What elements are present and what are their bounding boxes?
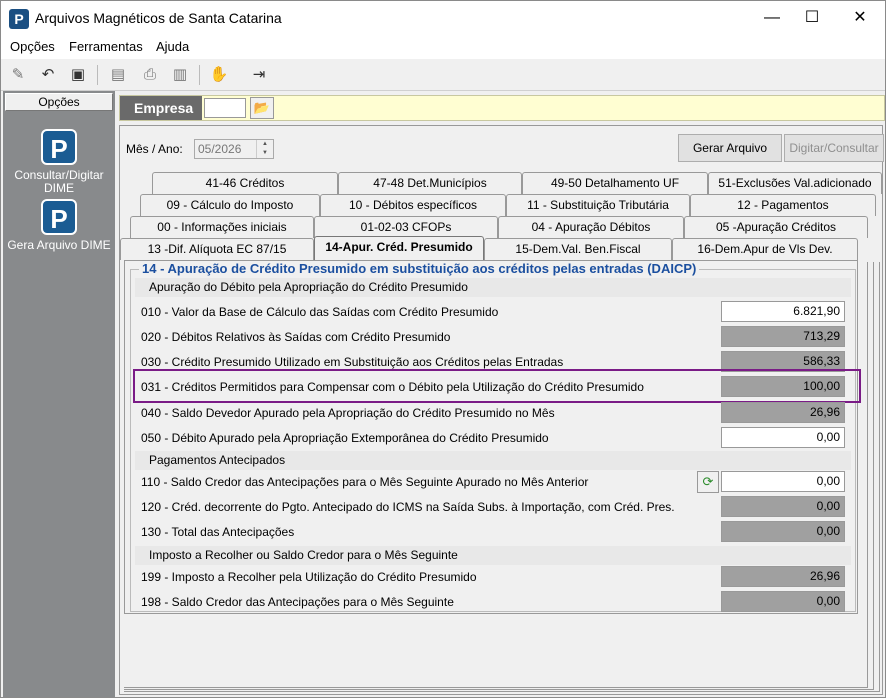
row-label-199: 199 - Imposto a Recolher pela Utilização… xyxy=(141,570,477,584)
field-198: 0,00 xyxy=(721,591,845,612)
tab-panel-14: 14 - Apuração de Crédito Presumido em su… xyxy=(124,260,861,614)
section-header: Pagamentos Antecipados xyxy=(135,451,851,470)
field-130: 0,00 xyxy=(721,521,845,542)
section-header: Imposto a Recolher ou Saldo Credor para … xyxy=(135,546,851,565)
highlight-box xyxy=(133,369,861,403)
sidebar-item-consultar-digitar[interactable]: P Consultar/Digitar DIME xyxy=(3,129,115,195)
row-label-010: 010 - Valor da Base de Cálculo das Saída… xyxy=(141,305,499,319)
recalculate-icon[interactable]: ⟳ xyxy=(697,471,719,493)
tab-11-substituicao-tributaria[interactable]: 11 - Substituição Tributária xyxy=(506,194,690,216)
spin-down-icon[interactable]: ▼ xyxy=(256,149,273,158)
field-020: 713,29 xyxy=(721,326,845,347)
undo-icon[interactable]: ↶ xyxy=(37,64,59,86)
dime-app-icon: P xyxy=(41,199,77,235)
section-header: Apuração do Débito pela Apropriação do C… xyxy=(135,278,851,297)
tab-15-dem-val-ben-fiscal[interactable]: 15-Dem.Val. Ben.Fiscal xyxy=(484,238,672,260)
tab-14-apur-cred-presumido[interactable]: 14-Apur. Créd. Presumido xyxy=(314,236,484,260)
sidebar-item-label: Gera Arquivo DIME xyxy=(7,238,111,252)
exit-door-icon[interactable]: ⇥ xyxy=(248,64,270,86)
digitar-consultar-button[interactable]: Digitar/Consultar xyxy=(784,134,884,162)
group-title: 14 - Apuração de Crédito Presumido em su… xyxy=(139,261,700,276)
handshake-icon[interactable]: ✋ xyxy=(208,64,230,86)
tab-05-apuracao-creditos[interactable]: 05 -Apuração Créditos xyxy=(684,216,868,238)
dime-form: Mês / Ano: 05/2026 ▲ ▼ Gerar Arquivo Dig… xyxy=(119,125,884,695)
row-label-030: 030 - Crédito Presumido Utilizado em Sub… xyxy=(141,355,564,369)
open-folder-icon[interactable]: 📂 xyxy=(250,97,274,119)
tab-47-48-det-municipios[interactable]: 47-48 Det.Municípios xyxy=(338,172,522,194)
tab-51-exclusoes[interactable]: 51-Exclusões Val.adicionado xyxy=(708,172,882,194)
row-label-020: 020 - Débitos Relativos às Saídas com Cr… xyxy=(141,330,451,344)
close-button[interactable]: ✕ xyxy=(837,1,883,35)
field-199: 26,96 xyxy=(721,566,845,587)
toolbar-separator xyxy=(199,65,200,85)
sidebar-item-gera-arquivo[interactable]: P Gera Arquivo DIME xyxy=(3,199,115,252)
field-040: 26,96 xyxy=(721,402,845,423)
row-label-130: 130 - Total das Antecipações xyxy=(141,525,295,539)
dime-app-icon: P xyxy=(41,129,77,165)
menu-opcoes[interactable]: Opções xyxy=(10,39,55,54)
options-sidebar: Opções P Consultar/Digitar DIME P Gera A… xyxy=(3,91,115,697)
gerar-arquivo-button[interactable]: Gerar Arquivo xyxy=(678,134,782,162)
tab-13-dif-aliquota[interactable]: 13 -Dif. Alíquota EC 87/15 xyxy=(120,238,314,260)
main-area: Empresa 📂 Mês / Ano: 05/2026 ▲ ▼ Gerar A… xyxy=(117,91,885,697)
field-120: 0,00 xyxy=(721,496,845,517)
tab-09-calculo-imposto[interactable]: 09 - Cálculo do Imposto xyxy=(140,194,320,216)
tab-12-pagamentos[interactable]: 12 - Pagamentos xyxy=(690,194,876,216)
tab-04-apuracao-debitos[interactable]: 04 - Apuração Débitos xyxy=(498,216,684,238)
menu-bar: Opções Ferramentas Ajuda xyxy=(1,35,885,59)
print-icon[interactable]: ⎙ xyxy=(139,64,161,86)
maximize-button[interactable]: ☐ xyxy=(789,1,835,35)
field-010[interactable]: 6.821,90 xyxy=(721,301,845,322)
title-bar: P Arquivos Magnéticos de Santa Catarina … xyxy=(1,1,885,35)
save-icon[interactable]: ▣ xyxy=(67,64,89,86)
period-value: 05/2026 xyxy=(198,142,242,156)
empresa-input[interactable] xyxy=(204,98,246,118)
toolbar: ✎ ↶ ▣ ▤ ⎙ ▥ ✋ ⇥ xyxy=(1,59,885,91)
truck-icon[interactable]: ▥ xyxy=(169,64,191,86)
window-title: Arquivos Magnéticos de Santa Catarina xyxy=(35,10,282,26)
sidebar-header: Opções xyxy=(5,93,113,111)
field-110[interactable]: 0,00 xyxy=(721,471,845,492)
tab-01-02-03-cfops[interactable]: 01-02-03 CFOPs xyxy=(314,216,498,238)
menu-ajuda[interactable]: Ajuda xyxy=(156,39,189,54)
sidebar-item-label: Consultar/Digitar DIME xyxy=(14,168,104,195)
row-label-050: 050 - Débito Apurado pela Apropriação Ex… xyxy=(141,431,549,445)
empresa-bar: Empresa 📂 xyxy=(119,95,885,121)
app-window: P Arquivos Magnéticos de Santa Catarina … xyxy=(0,0,886,698)
daicp-group: 14 - Apuração de Crédito Presumido em su… xyxy=(130,261,861,612)
tab-10-debitos-especificos[interactable]: 10 - Débitos específicos xyxy=(320,194,506,216)
row-label-198: 198 - Saldo Credor das Antecipações para… xyxy=(141,595,454,609)
tab-00-informacoes-iniciais[interactable]: 00 - Informações iniciais xyxy=(130,216,314,238)
edit-icon[interactable]: ✎ xyxy=(7,64,29,86)
empresa-label: Empresa xyxy=(120,96,202,120)
document-icon[interactable]: ▤ xyxy=(107,64,129,86)
tab-49-50-detalhamento-uf[interactable]: 49-50 Detalhamento UF xyxy=(522,172,708,194)
row-label-110: 110 - Saldo Credor das Antecipações para… xyxy=(141,475,589,489)
row-label-040: 040 - Saldo Devedor Apurado pela Apropri… xyxy=(141,406,555,420)
tab-16-dem-apur-vls-dev[interactable]: 16-Dem.Apur de Vls Dev. xyxy=(672,238,858,260)
tab-41-46-creditos[interactable]: 41-46 Créditos xyxy=(152,172,338,194)
field-050[interactable]: 0,00 xyxy=(721,427,845,448)
period-input[interactable]: 05/2026 ▲ ▼ xyxy=(194,139,274,159)
app-logo-icon: P xyxy=(9,9,29,29)
row-label-120: 120 - Créd. decorrente do Pgto. Antecipa… xyxy=(141,500,675,514)
toolbar-separator xyxy=(97,65,98,85)
period-label: Mês / Ano: xyxy=(126,142,183,156)
spin-up-icon[interactable]: ▲ xyxy=(256,140,273,149)
menu-ferramentas[interactable]: Ferramentas xyxy=(69,39,143,54)
